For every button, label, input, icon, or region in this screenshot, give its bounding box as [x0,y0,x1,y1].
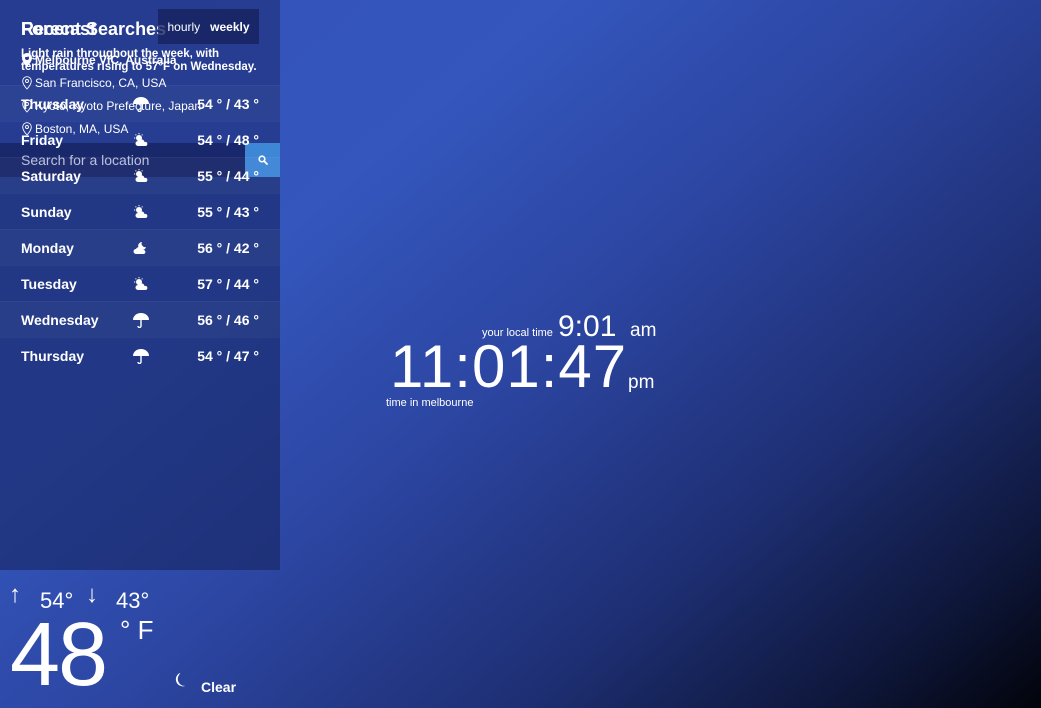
umbrella-icon [121,312,161,328]
forecast-title: Forecast [21,19,97,39]
forecast-summary: Light rain throughout the week, with tem… [21,48,257,73]
partly-cloudy-icon [121,276,161,291]
weekly-toggle-button[interactable]: weekly [210,20,249,34]
moon-icon [175,672,186,687]
forecast-day-temps: 54 ° / 48 ° [197,131,259,148]
forecast-day-temps: 56 ° / 42 ° [197,239,259,256]
partly-cloudy-icon [121,168,161,183]
forecast-day-name: Thursday [21,95,85,112]
forecast-day-temps: 55 ° / 44 ° [197,167,259,184]
partly-cloudy-icon [121,204,161,219]
forecast-day-temps: 54 ° / 47 ° [197,347,259,364]
forecast-day-name: Saturday [21,167,81,184]
temp-unit: ° F [120,615,154,645]
umbrella-icon [121,96,161,112]
city-time-label: time in melbourne [386,397,474,409]
forecast-panel: Forecast hourly weekly Light rain throug… [0,9,280,570]
city-time: 11:01:47 [390,333,628,400]
local-time-ampm: am [630,320,657,341]
forecast-day-temps: 57 ° / 44 ° [197,275,259,292]
forecast-day-row: Wednesday 56 ° / 46 ° [0,301,280,337]
low-temp: 43° [116,588,150,613]
forecast-day-name: Thursday [21,347,85,364]
forecast-day-row: Friday 54 ° / 48 ° [0,121,280,157]
forecast-day-row: Tuesday 57 ° / 44 ° [0,265,280,301]
forecast-day-row: Saturday 55 ° / 44 ° [0,157,280,193]
city-time-ampm: pm [628,372,655,393]
forecast-day-row: Thursday 54 ° / 43 ° [0,85,280,121]
current-temp: 48 [10,605,108,705]
current-condition: Clear [201,679,237,695]
forecast-day-name: Tuesday [21,275,77,292]
forecast-toggle: hourly weekly [158,9,259,44]
forecast-days-list: Thursday 54 ° / 43 ° Friday 54 ° / 48 ° Satu… [0,85,280,373]
partly-cloudy-night-icon [121,241,161,255]
forecast-day-name: Monday [21,239,74,256]
forecast-day-temps: 54 ° / 43 ° [197,95,259,112]
forecast-day-row: Sunday 55 ° / 43 ° [0,193,280,229]
partly-cloudy-icon [121,132,161,147]
forecast-day-name: Friday [21,131,64,148]
forecast-day-row: Monday 56 ° / 42 ° [0,229,280,265]
forecast-day-temps: 56 ° / 46 ° [197,311,259,328]
forecast-day-name: Sunday [21,203,72,220]
forecast-day-temps: 55 ° / 43 ° [197,203,259,220]
forecast-day-row: Thursday 54 ° / 47 ° [0,337,280,373]
umbrella-icon [121,348,161,364]
hourly-toggle-button[interactable]: hourly [167,20,200,34]
forecast-day-name: Wednesday [21,311,99,328]
